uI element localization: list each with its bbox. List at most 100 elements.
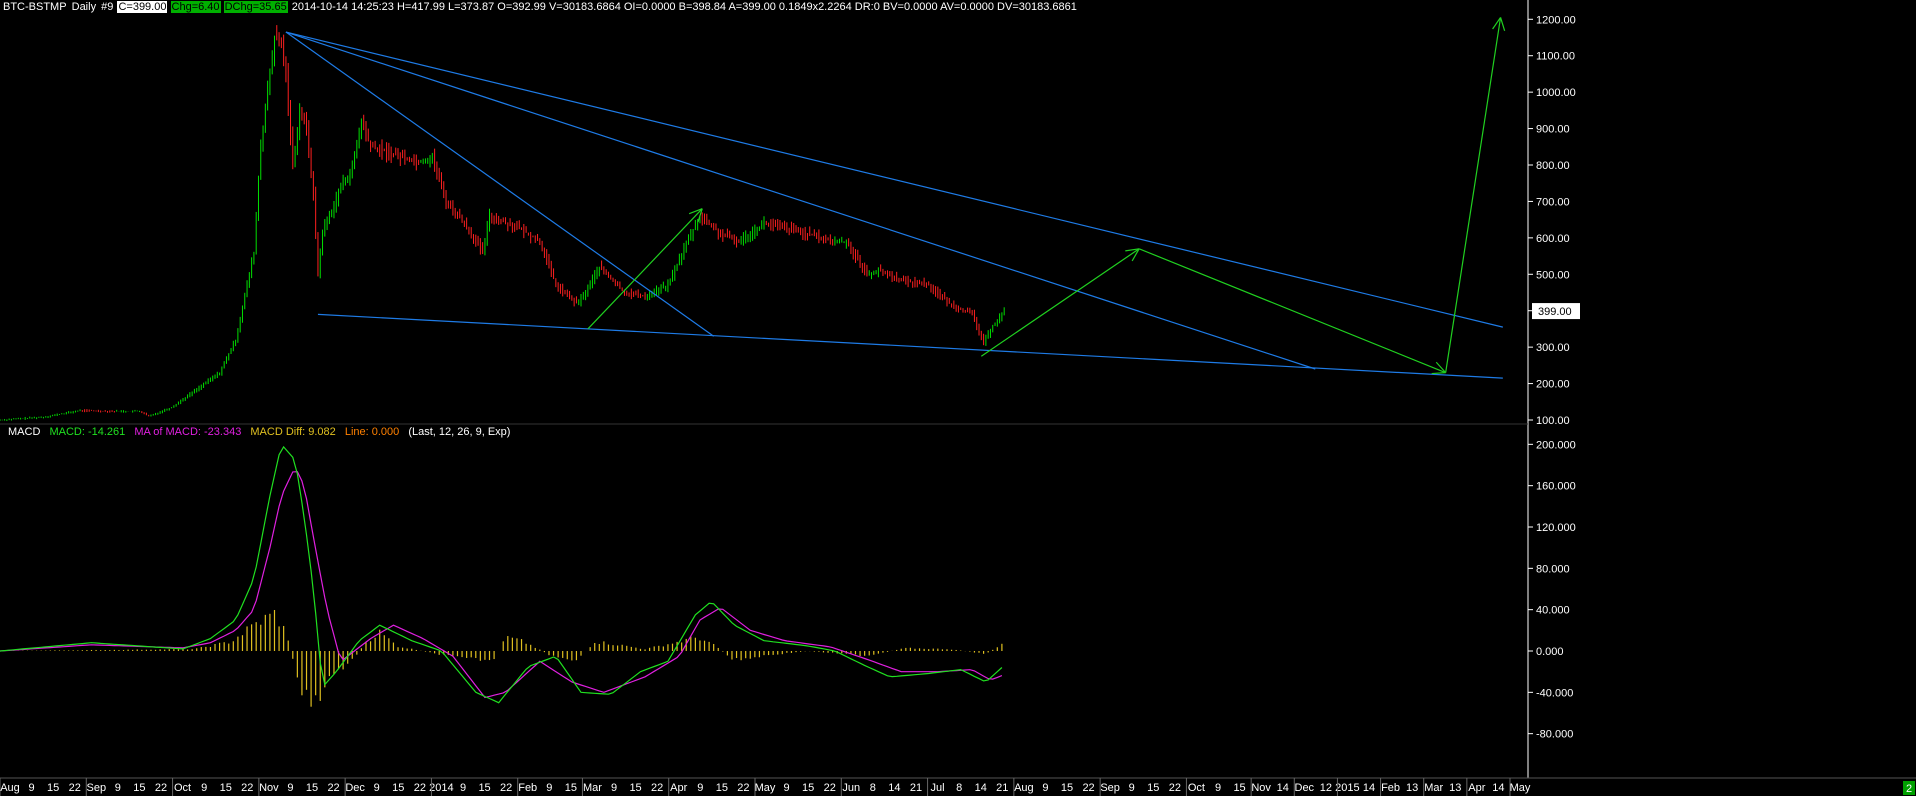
x-day-label: 9 xyxy=(1215,782,1221,794)
x-day-label: 9 xyxy=(460,782,466,794)
price-tick-label: 600.00 xyxy=(1536,233,1570,245)
macd-tick-label: 200.000 xyxy=(1536,439,1576,451)
x-day-label: 9 xyxy=(374,782,380,794)
price-tick-label: 500.00 xyxy=(1536,269,1570,281)
x-month-label: Sep xyxy=(1100,782,1120,794)
corner-badge: 2 xyxy=(1906,783,1912,795)
x-day-label: 9 xyxy=(115,782,121,794)
x-day-label: 15 xyxy=(716,782,728,794)
macd-tick-label: 80.000 xyxy=(1536,563,1570,575)
last-price-badge: 399.00 xyxy=(1538,306,1572,318)
x-day-label: 15 xyxy=(306,782,318,794)
x-month-label: Mar xyxy=(1424,782,1443,794)
x-month-label: Dec xyxy=(345,782,365,794)
x-day-label: 9 xyxy=(611,782,617,794)
x-month-label: Dec xyxy=(1295,782,1315,794)
change-box: Chg=6.40 xyxy=(170,1,221,13)
x-day-label: 15 xyxy=(629,782,641,794)
price-tick-label: 1000.00 xyxy=(1536,87,1576,99)
x-day-label: 22 xyxy=(155,782,167,794)
macd-histogram xyxy=(3,609,1003,707)
x-day-label: 9 xyxy=(784,782,790,794)
x-month-label: Aug xyxy=(1014,782,1034,794)
price-tick-label: 1200.00 xyxy=(1536,14,1576,26)
projection-line xyxy=(1138,248,1446,374)
x-month-label: Mar xyxy=(583,782,602,794)
x-day-label: 8 xyxy=(956,782,962,794)
period: Daily xyxy=(71,1,97,13)
x-month-label: Feb xyxy=(518,782,537,794)
x-month-label: 2014 xyxy=(429,782,453,794)
projection-line xyxy=(980,248,1140,357)
x-day-label: 22 xyxy=(737,782,749,794)
x-day-label: 22 xyxy=(414,782,426,794)
x-day-label: 15 xyxy=(1233,782,1245,794)
price-tick-label: 100.00 xyxy=(1536,415,1570,427)
x-day-label: 15 xyxy=(47,782,59,794)
price-tick-label: 200.00 xyxy=(1536,379,1570,391)
macd-tick-label: 120.000 xyxy=(1536,522,1576,534)
macd-tick-label: -80.000 xyxy=(1536,729,1573,741)
x-day-label: 14 xyxy=(1363,782,1375,794)
x-day-label: 22 xyxy=(69,782,81,794)
price-tick-label: 900.00 xyxy=(1536,124,1570,136)
x-day-label: 15 xyxy=(565,782,577,794)
x-day-label: 9 xyxy=(287,782,293,794)
price-tick-label: 1100.00 xyxy=(1536,51,1575,63)
x-day-label: 14 xyxy=(975,782,987,794)
macd-value: MACD: -14.261 xyxy=(49,426,126,438)
x-month-label: Apr xyxy=(670,782,687,794)
x-day-label: 22 xyxy=(327,782,339,794)
macd-header: MACD MACD: -14.261 MA of MACD: -23.343 M… xyxy=(8,426,516,438)
trendline xyxy=(285,31,1316,370)
macd-tick-label: -40.000 xyxy=(1536,687,1573,699)
symbol: BTC-BSTMP xyxy=(3,1,67,13)
macd-signal-line xyxy=(0,471,1003,699)
macd-tick-label: 40.000 xyxy=(1536,605,1570,617)
x-month-label: Jun xyxy=(842,782,860,794)
macd-line-value: Line: 0.000 xyxy=(344,426,400,438)
x-month-label: Oct xyxy=(1188,782,1205,794)
chart-number: #9 xyxy=(101,1,114,13)
x-day-label: 14 xyxy=(1277,782,1289,794)
x-day-label: 9 xyxy=(546,782,552,794)
x-day-label: 9 xyxy=(201,782,207,794)
x-month-label: Sep xyxy=(86,782,106,794)
x-month-label: Oct xyxy=(174,782,191,794)
x-day-label: 15 xyxy=(1147,782,1159,794)
price-tick-label: 700.00 xyxy=(1536,196,1570,208)
x-month-label: 2015 xyxy=(1335,782,1359,794)
macd-line xyxy=(0,445,1003,704)
x-month-label: Apr xyxy=(1468,782,1485,794)
x-day-label: 15 xyxy=(220,782,232,794)
x-day-label: 8 xyxy=(870,782,876,794)
macd-ma-value: MA of MACD: -23.343 xyxy=(134,426,242,438)
x-day-label: 15 xyxy=(802,782,814,794)
x-day-label: 9 xyxy=(29,782,35,794)
x-day-label: 9 xyxy=(697,782,703,794)
chart-canvas: 1200.00 1100.00 1000.00 900.00 800.00 700.00 6… xyxy=(0,0,1916,796)
projection-arrowhead xyxy=(1431,372,1446,375)
macd-tick-label: 160.000 xyxy=(1536,481,1576,493)
x-day-label: 22 xyxy=(824,782,836,794)
x-day-label: 22 xyxy=(651,782,663,794)
x-month-label: Nov xyxy=(259,782,279,794)
x-day-label: 13 xyxy=(1449,782,1461,794)
macd-tick-label: 0.000 xyxy=(1536,646,1564,658)
x-day-label: 9 xyxy=(1042,782,1048,794)
close-box: C=399.00 xyxy=(117,1,168,13)
projection-arrowhead xyxy=(1499,17,1506,32)
price-tick-label: 300.00 xyxy=(1536,342,1570,354)
x-day-label: 21 xyxy=(996,782,1008,794)
dchange-box: DChg=35.65 xyxy=(223,1,288,13)
x-month-label: May xyxy=(1510,782,1531,794)
x-day-label: 22 xyxy=(1169,782,1181,794)
quote-info: 2014-10-14 14:25:23 H=417.99 L=373.87 O=… xyxy=(291,1,1077,13)
x-day-label: 13 xyxy=(1406,782,1418,794)
x-day-label: 15 xyxy=(1061,782,1073,794)
x-day-label: 22 xyxy=(500,782,512,794)
x-day-label: 12 xyxy=(1320,782,1332,794)
x-month-label: Feb xyxy=(1381,782,1400,794)
projection-line xyxy=(587,208,703,330)
x-month-label: Jul xyxy=(931,782,945,794)
